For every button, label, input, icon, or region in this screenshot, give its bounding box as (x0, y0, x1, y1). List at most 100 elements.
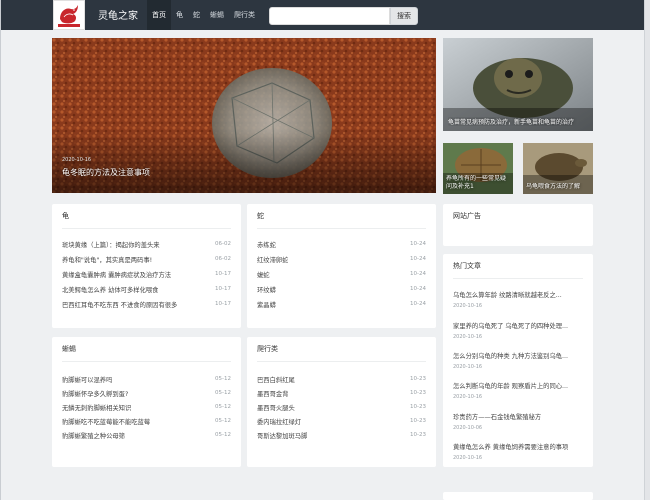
list-item-title[interactable]: 黄缘盒龟囊肿病 囊肿病症状及治疗方法 (62, 270, 171, 279)
list-item[interactable]: 豹脚蜥吃不吃蓝莓能不能吃蓝莓 05-12 (62, 415, 231, 427)
nav-item-home[interactable]: 首页 (147, 0, 171, 30)
site-logo[interactable] (53, 0, 85, 30)
list-item[interactable]: 委内瑞拉红绿灯 10-23 (257, 415, 426, 427)
list-item[interactable]: 环纹蟒 10-24 (257, 283, 426, 295)
list-item-date: 10-23 (410, 432, 426, 438)
section-reptile: 爬行类 巴西白斜红尾 10-23 墨西哥金背 10-23 墨西哥火腿头 10-23 委… (247, 337, 436, 467)
list-item-title[interactable]: 豹脚蜥怀孕多久孵到蛋? (62, 389, 128, 398)
list-item[interactable]: 养龟和"说龟"，其实真是两码事! 06-02 (62, 253, 231, 265)
hero-slide[interactable]: 2020-10-16 龟冬眠的方法及注意事项 (52, 38, 436, 193)
hot-article-item[interactable]: 乌龟怎么算年龄 纹路清晰就越老反之... 2020-10-16 (453, 290, 583, 309)
divider (453, 278, 583, 279)
nav-item-reptile[interactable]: 爬行类 (229, 0, 260, 30)
list-item-title[interactable]: 斑块黄缘（上篇）：揭起你的盖头来 (62, 240, 160, 249)
list-item[interactable]: 红纹滞卵蛇 10-24 (257, 253, 426, 265)
list-item-date: 10-24 (410, 301, 426, 307)
list-item-title[interactable]: 委内瑞拉红绿灯 (257, 417, 301, 426)
list-item[interactable]: 蝮蛇 10-24 (257, 268, 426, 280)
hero-title[interactable]: 龟冬眠的方法及注意事项 (62, 167, 150, 178)
main-nav: 首页 龟 蛇 蜥蜴 爬行类 (147, 0, 260, 30)
search-button[interactable]: 搜索 (390, 7, 418, 25)
list-item-date: 05-12 (215, 376, 231, 382)
list-item-title[interactable]: 墨西哥火腿头 (257, 403, 295, 412)
list-item[interactable]: 豹脚蜥怀孕多久孵到蛋? 05-12 (62, 387, 231, 399)
hot-article-item[interactable]: 珍贵药方——石金钱龟繁殖秘方 2020-10-06 (453, 412, 583, 431)
hot-article-date: 2020-10-16 (453, 394, 483, 400)
ads-panel: 网站广告 (443, 204, 593, 246)
side-large-caption[interactable]: 龟苗常见病预防及治疗，新手龟苗和龟苗的治疗 (448, 117, 588, 126)
list-item-date: 10-17 (215, 286, 231, 292)
list-item-date: 10-23 (410, 404, 426, 410)
hot-article-title[interactable]: 怎么判断乌龟的年龄 观察盾片上的同心... (453, 381, 583, 390)
dragon-logo-icon (58, 5, 80, 27)
hot-article-date: 2020-10-16 (453, 334, 483, 340)
list-item[interactable]: 豹脚蜥繁殖之种公母筛 05-12 (62, 429, 231, 441)
list-item-date: 10-24 (410, 241, 426, 247)
hot-article-item[interactable]: 家里养的乌龟死了 乌龟死了的四种处理... 2020-10-16 (453, 321, 583, 340)
list-item-title[interactable]: 巴西红耳龟不吃东西 不进食的原因有很多 (62, 300, 177, 309)
list-item-date: 10-24 (410, 286, 426, 292)
section-turtle-title[interactable]: 龟 (62, 211, 69, 221)
list-item-date: 06-02 (215, 241, 231, 247)
divider (62, 361, 231, 362)
side-feature-small-1[interactable]: 养龟所有的一些常见疑问及补充1 (443, 143, 513, 194)
list-item[interactable]: 无鳞无刺豹脚蜥相关知识 05-12 (62, 401, 231, 413)
hot-article-title[interactable]: 黄缘龟怎么养 黄缘龟饲养需要注意的事项 (453, 442, 583, 451)
list-item-title[interactable]: 豹脚蜥吃不吃蓝莓能不能吃蓝莓 (62, 417, 150, 426)
list-item-title[interactable]: 巴西白斜红尾 (257, 375, 295, 384)
list-item-title[interactable]: 环纹蟒 (257, 285, 276, 294)
site-name[interactable]: 灵龟之家 (98, 7, 138, 22)
hot-article-item[interactable]: 怎么分别乌龟的种类 九种方法鉴别乌龟... 2020-10-16 (453, 351, 583, 370)
list-item[interactable]: 赤练蛇 10-24 (257, 238, 426, 250)
side-feature-large[interactable]: 龟苗常见病预防及治疗，新手龟苗和龟苗的治疗 (443, 38, 593, 131)
window-scrollbar[interactable] (644, 0, 650, 500)
list-item[interactable]: 墨西哥火腿头 10-23 (257, 401, 426, 413)
divider (257, 228, 426, 229)
side-small-2-caption[interactable]: 乌龟喂食方法的了解 (526, 183, 590, 191)
list-item-date: 05-12 (215, 390, 231, 396)
list-item-title[interactable]: 豹脚蜥可以混养吗 (62, 375, 112, 384)
hot-article-title[interactable]: 家里养的乌龟死了 乌龟死了的四种处理... (453, 321, 583, 330)
list-item-title[interactable]: 墨西哥金背 (257, 389, 288, 398)
list-item-title[interactable]: 紫晶蟒 (257, 300, 276, 309)
list-item[interactable]: 哥斯达黎加斑马脚 10-23 (257, 429, 426, 441)
list-item[interactable]: 斑块黄缘（上篇）：揭起你的盖头来 06-02 (62, 238, 231, 250)
list-item-date: 10-23 (410, 390, 426, 396)
list-item-title[interactable]: 无鳞无刺豹脚蜥相关知识 (62, 403, 131, 412)
list-item-title[interactable]: 北美鳄龟怎么养 幼体可多样化喂食 (62, 285, 158, 294)
list-item[interactable]: 巴西红耳龟不吃东西 不进食的原因有很多 10-17 (62, 298, 231, 310)
section-snake: 蛇 赤练蛇 10-24 红纹滞卵蛇 10-24 蝮蛇 10-24 环纹蟒 10-24 紫… (247, 204, 436, 328)
list-item-title[interactable]: 养龟和"说龟"，其实真是两码事! (62, 255, 152, 264)
list-item-title[interactable]: 赤练蛇 (257, 240, 276, 249)
list-item[interactable]: 墨西哥金背 10-23 (257, 387, 426, 399)
list-item[interactable]: 北美鳄龟怎么养 幼体可多样化喂食 10-17 (62, 283, 231, 295)
section-lizard-title[interactable]: 蜥蜴 (62, 344, 76, 354)
divider (62, 228, 231, 229)
search-input[interactable] (269, 7, 390, 25)
list-item[interactable]: 黄缘盒龟囊肿病 囊肿病症状及治疗方法 10-17 (62, 268, 231, 280)
list-item-date: 05-12 (215, 404, 231, 410)
window-frame-left (0, 0, 1, 500)
hot-article-item[interactable]: 怎么判断乌龟的年龄 观察盾片上的同心... 2020-10-16 (453, 381, 583, 400)
side-feature-small-2[interactable]: 乌龟喂食方法的了解 (523, 143, 593, 194)
hot-article-title[interactable]: 怎么分别乌龟的种类 九种方法鉴别乌龟... (453, 351, 583, 360)
section-reptile-title[interactable]: 爬行类 (257, 344, 278, 354)
list-item[interactable]: 巴西白斜红尾 10-23 (257, 373, 426, 385)
nav-item-snake[interactable]: 蛇 (188, 0, 205, 30)
hot-article-title[interactable]: 乌龟怎么算年龄 纹路清晰就越老反之... (453, 290, 583, 299)
hot-article-date: 2020-10-16 (453, 303, 483, 309)
list-item-title[interactable]: 红纹滞卵蛇 (257, 255, 288, 264)
section-turtle: 龟 斑块黄缘（上篇）：揭起你的盖头来 06-02 养龟和"说龟"，其实真是两码事!… (52, 204, 241, 328)
side-small-1-caption[interactable]: 养龟所有的一些常见疑问及补充1 (446, 175, 510, 191)
list-item-title[interactable]: 蝮蛇 (257, 270, 270, 279)
hot-article-title[interactable]: 珍贵药方——石金钱龟繁殖秘方 (453, 412, 583, 421)
nav-item-turtle[interactable]: 龟 (171, 0, 188, 30)
list-item[interactable]: 紫晶蟒 10-24 (257, 298, 426, 310)
list-item-title[interactable]: 豹脚蜥繁殖之种公母筛 (62, 431, 125, 440)
list-item[interactable]: 豹脚蜥可以混养吗 05-12 (62, 373, 231, 385)
list-item-title[interactable]: 哥斯达黎加斑马脚 (257, 431, 307, 440)
hot-article-item[interactable]: 黄缘龟怎么养 黄缘龟饲养需要注意的事项 2020-10-16 (453, 442, 583, 461)
section-snake-title[interactable]: 蛇 (257, 211, 264, 221)
nav-item-lizard[interactable]: 蜥蜴 (205, 0, 229, 30)
list-item-date: 05-12 (215, 418, 231, 424)
